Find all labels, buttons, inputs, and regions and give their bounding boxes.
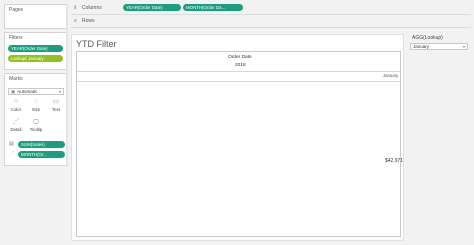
size-label: Size <box>31 107 41 112</box>
color-button[interactable]: ⁘ Color <box>7 98 25 114</box>
color-icon: ⁘ <box>13 99 19 105</box>
column-header-field: Order Date <box>228 55 252 60</box>
filter-pill-year-label: YEAR(Order Date) <box>11 46 48 51</box>
tooltip-label: Tooltip <box>29 127 43 132</box>
shelf-divider <box>71 14 471 15</box>
sales-value[interactable]: $42,971 <box>385 158 403 164</box>
text-label: Text <box>52 107 60 112</box>
text-icon: ▭ <box>53 99 59 105</box>
size-icon: ◌ <box>34 99 38 105</box>
text-field-icon: ▤ <box>9 141 14 147</box>
marks-pill-month[interactable]: MONTH(Or... <box>18 151 65 158</box>
chevron-down-icon: ▾ <box>462 44 465 49</box>
pages-panel: Pages <box>4 4 67 29</box>
left-pane-scrollbar[interactable] <box>66 4 68 166</box>
mark-type-value: Automatic <box>17 89 38 94</box>
rows-shelf-label: Rows <box>82 18 95 24</box>
sheet-title[interactable]: YTD Filter <box>76 39 117 49</box>
marks-pill-month-label: MONTH(Or... <box>21 152 47 157</box>
view-area[interactable]: Order Date 2018 January $42,971 <box>76 51 403 237</box>
rows-icon: ≡ <box>74 18 77 24</box>
header-divider-2 <box>77 81 400 82</box>
marks-pill-sales-label: SUM(Sales) <box>21 142 45 147</box>
size-button[interactable]: ◌ Size <box>27 98 45 114</box>
filter-pill-lookup-label: Lookup( January <box>11 56 44 61</box>
agg-lookup-value: January <box>413 44 430 49</box>
marks-pill-sales[interactable]: SUM(Sales) <box>18 141 65 148</box>
month-header[interactable]: January <box>383 73 398 78</box>
columns-pill-year[interactable]: YEAR(Order Date) <box>123 4 181 11</box>
tooltip-icon: ▢ <box>33 119 39 125</box>
agg-lookup-title: AGG(Lookup) <box>412 35 443 41</box>
columns-pill-month-label: MONTH(Order Da... <box>186 5 226 10</box>
detail-field-icon: ⋰ <box>9 151 14 157</box>
filters-panel: Filters YEAR(Order Date) Lookup( January <box>4 32 67 70</box>
pages-title: Pages <box>9 7 24 13</box>
filter-pill-lookup[interactable]: Lookup( January <box>8 55 63 62</box>
text-button[interactable]: ▭ Text <box>47 98 65 114</box>
header-divider <box>77 71 400 72</box>
shelf-divider-2 <box>71 27 471 28</box>
filters-title: Filters <box>9 35 23 41</box>
agg-lookup-dropdown[interactable]: January ▾ <box>410 43 468 50</box>
year-header[interactable]: 2018 <box>235 63 246 68</box>
tooltip-button[interactable]: ▢ Tooltip <box>27 118 45 134</box>
detail-label: Detail <box>10 127 22 132</box>
chevron-down-icon: ▾ <box>58 89 61 94</box>
marks-panel: Marks ▣ Automatic ▾ ⁘ Color ◌ Size ▭ Tex… <box>4 73 67 166</box>
columns-shelf-label: Columns <box>82 5 102 11</box>
detail-icon: ⋰ <box>13 119 19 125</box>
columns-icon: ⦀ <box>74 5 77 11</box>
mark-type-dropdown[interactable]: ▣ Automatic ▾ <box>8 88 64 95</box>
detail-button[interactable]: ⋰ Detail <box>7 118 25 134</box>
worksheet: YTD Filter Order Date 2018 January $42,9… <box>71 34 404 241</box>
columns-pill-year-label: YEAR(Order Date) <box>126 5 163 10</box>
marks-title: Marks <box>9 76 23 82</box>
mark-type-icon: ▣ <box>11 89 16 94</box>
color-label: Color <box>10 107 22 112</box>
filter-pill-year[interactable]: YEAR(Order Date) <box>8 45 63 52</box>
columns-pill-month[interactable]: MONTH(Order Da... <box>183 4 243 11</box>
